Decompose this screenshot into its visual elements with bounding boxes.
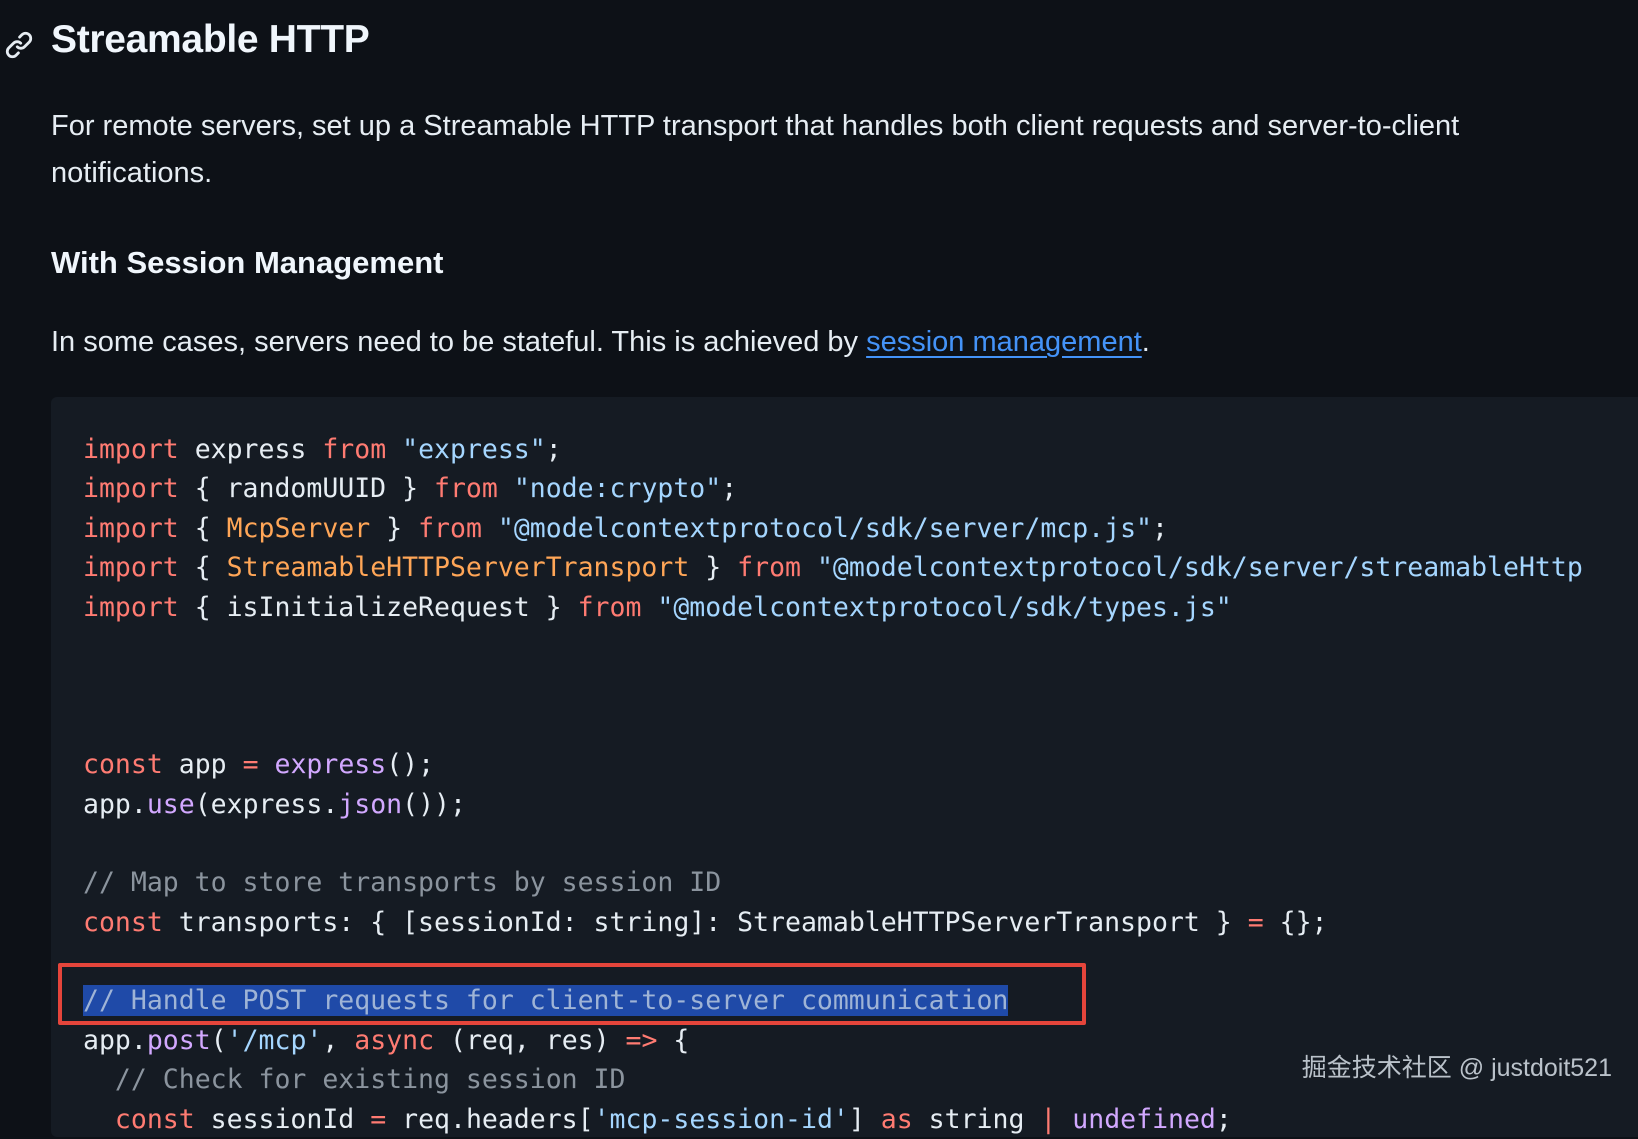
plain-token: { xyxy=(178,512,227,544)
keyword-token: import xyxy=(83,512,179,544)
plain-token: sessionId xyxy=(194,1103,371,1135)
plain-token: ; xyxy=(1215,1103,1232,1135)
plain-token: req.headers[ xyxy=(386,1103,594,1135)
code-content[interactable]: import express from "express"; import { r… xyxy=(83,430,1583,1139)
annotation-highlight-box xyxy=(58,963,1086,1025)
subsection-heading: With Session Management xyxy=(51,245,444,280)
plain-token: {}; xyxy=(1263,906,1328,938)
keyword-token: as xyxy=(880,1103,913,1135)
plain-token: } xyxy=(689,552,738,584)
plain-token: { isInitializeRequest } xyxy=(178,591,578,623)
plain-token: ; xyxy=(545,434,562,465)
plain-token: { xyxy=(178,552,227,584)
code-line: app.use(express.json()); xyxy=(83,785,1583,824)
keyword-token: import xyxy=(83,434,179,465)
code-line: import { randomUUID } from "node:crypto"… xyxy=(83,469,1583,508)
code-line: const sessionId = req.headers['mcp-sessi… xyxy=(83,1100,1583,1139)
code-line: import { isInitializeRequest } from "@mo… xyxy=(83,588,1583,627)
plain-token: ; xyxy=(721,473,738,505)
keyword-token: from xyxy=(418,512,482,544)
watermark: 掘金技术社区 @ justdoit521 xyxy=(1301,1054,1612,1082)
string-token: "express" xyxy=(402,434,546,465)
session-management-link[interactable]: session management xyxy=(866,326,1142,358)
plain-token: ()); xyxy=(402,788,466,820)
plain-token: } xyxy=(370,512,419,544)
keyword-token: = xyxy=(242,749,259,781)
function-token: express xyxy=(274,749,387,781)
string-token: 'mcp-session-id' xyxy=(593,1103,849,1135)
string-token: '/mcp' xyxy=(226,1024,323,1056)
code-line: import express from "express"; xyxy=(83,430,1583,469)
keyword-token: = xyxy=(370,1103,387,1135)
keyword-token: const xyxy=(83,906,163,938)
intro-line-1: For remote servers, set up a Streamable … xyxy=(51,110,1460,142)
plain-token: app. xyxy=(83,788,147,820)
code-line: const app = express(); xyxy=(83,745,1583,784)
link-icon[interactable] xyxy=(4,30,34,60)
function-token: undefined xyxy=(1072,1103,1216,1135)
section-heading: Streamable HTTP xyxy=(51,18,370,61)
class-token: StreamableHTTPServerTransport xyxy=(226,552,690,584)
session-text: In some cases, servers need to be statef… xyxy=(51,326,867,358)
comment-token: // Check for existing session ID xyxy=(114,1064,626,1096)
keyword-token: | xyxy=(1040,1103,1057,1135)
plain-token: string xyxy=(912,1103,1041,1135)
string-token: "@modelcontextprotocol/sdk/server/mcp.js… xyxy=(497,512,1153,544)
code-line: import { McpServer } from "@modelcontext… xyxy=(83,509,1583,548)
plain-token: ; xyxy=(1152,512,1168,544)
session-paragraph: In some cases, servers need to be statef… xyxy=(51,319,1150,366)
function-token: post xyxy=(146,1024,211,1056)
plain-token: express xyxy=(178,434,323,465)
keyword-token: => xyxy=(625,1024,658,1056)
keyword-token: from xyxy=(322,434,387,465)
plain-token: (); xyxy=(386,749,435,781)
comment-token: // Map to store transports by session ID xyxy=(83,867,722,899)
string-token: "node:crypto" xyxy=(513,473,722,505)
code-line: const transports: { [sessionId: string]:… xyxy=(83,903,1583,942)
code-line: // Map to store transports by session ID xyxy=(83,863,1583,902)
keyword-token: from xyxy=(434,473,498,505)
plain-token: { xyxy=(657,1024,690,1056)
function-token: use xyxy=(146,788,195,820)
intro-paragraph: For remote servers, set up a Streamable … xyxy=(51,103,1459,197)
keyword-token: from xyxy=(577,591,642,623)
class-token: McpServer xyxy=(226,512,371,544)
plain-token: app. xyxy=(83,1024,147,1056)
string-token: "@modelcontextprotocol/sdk/server/stream… xyxy=(816,552,1583,584)
plain-token: ] xyxy=(848,1103,881,1135)
string-token: "@modelcontextprotocol/sdk/types.js" xyxy=(657,591,1232,623)
plain-token: { randomUUID } xyxy=(178,473,435,505)
plain-token: , xyxy=(322,1024,355,1056)
function-token: json xyxy=(338,788,403,820)
plain-token: app xyxy=(162,749,243,781)
keyword-token: from xyxy=(737,552,801,584)
keyword-token: = xyxy=(1247,906,1264,938)
keyword-token: async xyxy=(354,1024,435,1056)
plain-token: transports: { [sessionId: string]: Strea… xyxy=(162,906,1248,938)
keyword-token: import xyxy=(83,591,179,623)
intro-line-2: notifications. xyxy=(51,157,213,189)
plain-token: ( xyxy=(210,1024,227,1056)
keyword-token: const xyxy=(114,1103,195,1135)
keyword-token: import xyxy=(83,552,179,584)
keyword-token: import xyxy=(83,473,179,505)
plain-token: (req, res) xyxy=(434,1024,626,1056)
session-text-end: . xyxy=(1141,326,1150,358)
keyword-token: const xyxy=(83,749,163,781)
code-line: import { StreamableHTTPServerTransport }… xyxy=(83,548,1583,587)
plain-token: (express. xyxy=(194,788,339,820)
